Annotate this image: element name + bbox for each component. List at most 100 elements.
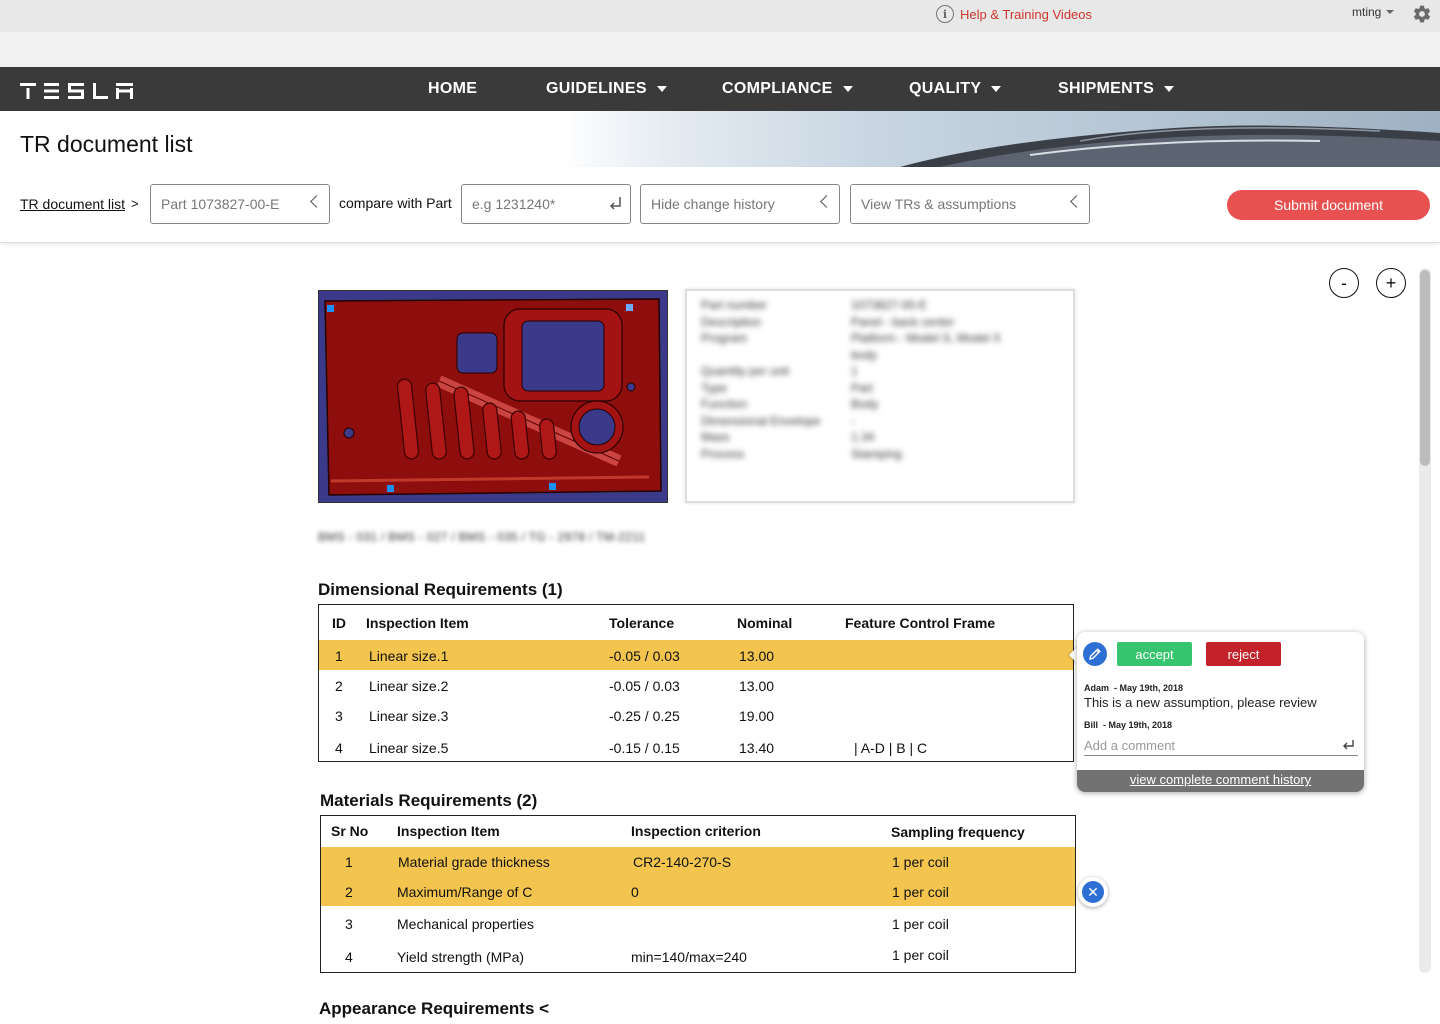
view-comment-history-link[interactable]: view complete comment history bbox=[1130, 772, 1311, 787]
change-history-select[interactable]: Hide change history bbox=[640, 184, 840, 224]
info-key: Type bbox=[701, 380, 728, 395]
info-value: - bbox=[851, 413, 855, 428]
document-toolbar: TR document list > Part 1073827-00-E com… bbox=[0, 167, 1440, 243]
info-key: Process bbox=[701, 446, 745, 461]
username: mting bbox=[1352, 5, 1382, 19]
comment-date: May 19th, 2018 bbox=[1108, 720, 1173, 730]
compare-part-input[interactable]: e.g 1231240* bbox=[461, 184, 631, 224]
chevron-left-icon bbox=[820, 195, 833, 208]
info-key: Program bbox=[701, 331, 748, 345]
cell-id: 4 bbox=[335, 740, 343, 756]
comment-meta: Bill - May 19th, 2018 bbox=[1084, 720, 1172, 730]
accept-button[interactable]: accept bbox=[1117, 642, 1192, 666]
info-key: Dimensional Envelope bbox=[701, 413, 821, 428]
info-key bbox=[701, 347, 851, 364]
info-value: Part bbox=[851, 380, 874, 395]
header-spacer bbox=[0, 32, 1440, 67]
info-key: Mass bbox=[701, 430, 730, 444]
info-key: Description bbox=[701, 314, 762, 329]
edit-button[interactable] bbox=[1083, 642, 1107, 666]
table-row[interactable]: 1 Material grade thickness CR2-140-270-S… bbox=[321, 847, 1075, 877]
col-header: Tolerance bbox=[609, 615, 675, 631]
cell-frequency: 1 per coil bbox=[892, 916, 949, 932]
table-row[interactable]: 4 Yield strength (MPa) min=140/max=240 1… bbox=[321, 940, 1075, 971]
cell-tolerance: -0.25 / 0.25 bbox=[609, 708, 680, 724]
col-header: ID bbox=[332, 615, 346, 631]
cell-item: Linear size.5 bbox=[369, 740, 449, 756]
cell-tolerance: -0.15 / 0.15 bbox=[609, 740, 680, 756]
part-info-list: Part number 1073827-00-E Description Panel… bbox=[701, 297, 1001, 462]
compare-label: compare with Part bbox=[339, 195, 452, 211]
nav-home[interactable]: HOME bbox=[428, 80, 477, 98]
chevron-down-icon bbox=[1164, 86, 1175, 92]
nav-compliance[interactable]: COMPLIANCE bbox=[722, 80, 853, 98]
info-value: body bbox=[851, 347, 878, 362]
nav-guidelines[interactable]: GUIDELINES bbox=[546, 80, 667, 98]
nav-guidelines-label: GUIDELINES bbox=[546, 80, 647, 97]
dimensional-requirements-title[interactable]: Dimensional Requirements (1) bbox=[318, 580, 563, 600]
cell-id: 2 bbox=[335, 678, 343, 694]
part-select[interactable]: Part 1073827-00-E bbox=[150, 184, 330, 224]
nav-compliance-label: COMPLIANCE bbox=[722, 80, 833, 97]
view-trs-select[interactable]: View TRs & assumptions bbox=[850, 184, 1090, 224]
cell-id: 3 bbox=[335, 708, 343, 724]
cell-frequency: 1 per coil bbox=[892, 884, 949, 900]
user-menu[interactable]: mting bbox=[1352, 5, 1395, 19]
part-select-value: Part 1073827-00-E bbox=[161, 196, 280, 212]
comment-author: Adam bbox=[1084, 683, 1110, 693]
part-cad-image bbox=[318, 290, 668, 503]
table-row[interactable]: 1 Linear size.1 -0.05 / 0.03 13.00 bbox=[319, 640, 1073, 670]
nav-quality[interactable]: QUALITY bbox=[909, 80, 1002, 98]
cell-criterion: CR2-140-270-S bbox=[633, 854, 732, 870]
chevron-down-icon bbox=[1386, 10, 1395, 14]
cell-sr: 1 bbox=[345, 854, 353, 870]
cell-item: Linear size.1 bbox=[369, 648, 449, 664]
appearance-requirements-title[interactable]: Appearance Requirements < bbox=[319, 999, 549, 1019]
cell-item: Mechanical properties bbox=[397, 916, 534, 932]
comment-popover: accept reject Adam - May 19th, 2018 This… bbox=[1077, 632, 1364, 792]
compare-part-placeholder: e.g 1231240* bbox=[472, 196, 556, 212]
cell-frequency: 1 per coil bbox=[892, 854, 949, 870]
info-value: 1 bbox=[851, 364, 858, 378]
table-row[interactable]: 2 Linear size.2 -0.05 / 0.03 13.00 bbox=[319, 670, 1073, 700]
zoom-in-button[interactable]: + bbox=[1376, 268, 1406, 298]
info-value: Stamping bbox=[851, 446, 902, 461]
cell-item: Material grade thickness bbox=[398, 854, 550, 870]
cell-nominal: 13.00 bbox=[739, 648, 775, 664]
zoom-out-button[interactable]: - bbox=[1329, 268, 1359, 298]
col-header: Nominal bbox=[737, 615, 793, 631]
breadcrumb-tr-document-list[interactable]: TR document list bbox=[20, 196, 125, 212]
table-row[interactable]: 2 Maximum/Range of C 0 1 per coil bbox=[321, 877, 1075, 906]
info-icon: i bbox=[936, 5, 954, 23]
help-training-link[interactable]: i Help & Training Videos bbox=[936, 5, 1092, 23]
col-header: Inspection Item bbox=[366, 615, 469, 631]
enter-icon[interactable] bbox=[1341, 738, 1355, 752]
table-row[interactable]: 4 Linear size.5 -0.15 / 0.15 13.40 | A-D… bbox=[319, 732, 1073, 762]
table-row[interactable]: 3 Mechanical properties 1 per coil bbox=[321, 908, 1075, 939]
tesla-logo[interactable] bbox=[18, 79, 136, 101]
col-header: Inspection Item bbox=[397, 823, 500, 839]
cell-nominal: 13.00 bbox=[739, 678, 775, 694]
comment-meta: Adam - May 19th, 2018 bbox=[1084, 683, 1183, 693]
info-value: 1.34 bbox=[851, 430, 875, 444]
scrollbar-thumb[interactable] bbox=[1420, 270, 1430, 466]
materials-requirements-title[interactable]: Materials Requirements (2) bbox=[320, 791, 537, 811]
close-comments-button[interactable]: ✕ bbox=[1078, 877, 1108, 907]
nav-quality-label: QUALITY bbox=[909, 80, 982, 97]
cell-nominal: 19.00 bbox=[739, 708, 775, 724]
reject-button[interactable]: reject bbox=[1206, 642, 1281, 666]
nav-shipments[interactable]: SHIPMENTS bbox=[1058, 80, 1175, 98]
cell-sr: 3 bbox=[345, 916, 353, 932]
cell-sr: 4 bbox=[345, 949, 353, 965]
submit-document-button[interactable]: Submit document bbox=[1227, 190, 1430, 220]
comment-text: This is a new assumption, please review bbox=[1084, 695, 1317, 710]
table-row[interactable]: 3 Linear size.3 -0.25 / 0.25 19.00 bbox=[319, 700, 1073, 730]
popover-footer: view complete comment history bbox=[1077, 770, 1364, 792]
nav-home-label: HOME bbox=[428, 80, 478, 97]
info-value: Platform - Model S, Model X bbox=[851, 331, 1002, 345]
help-link-label: Help & Training Videos bbox=[960, 6, 1093, 22]
comment-date-sep: - bbox=[1100, 720, 1109, 730]
spec-references: BMS - 031 / BMS - 027 / BMS - 035 / TG -… bbox=[318, 530, 646, 544]
add-comment-input[interactable] bbox=[1084, 736, 1358, 756]
gear-icon[interactable] bbox=[1412, 4, 1432, 24]
